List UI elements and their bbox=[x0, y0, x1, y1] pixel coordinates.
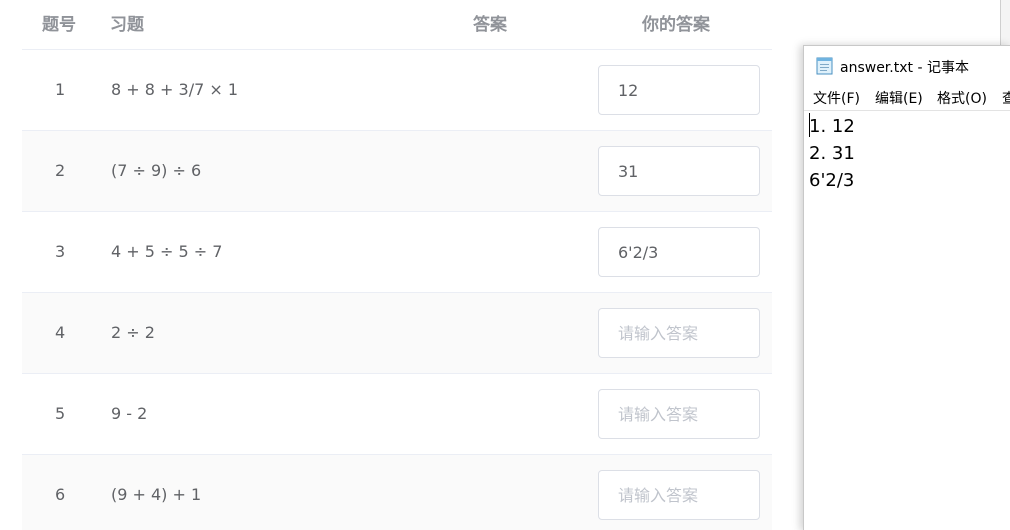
menu-view[interactable]: 查 bbox=[1002, 88, 1010, 108]
answer-input[interactable] bbox=[598, 389, 760, 439]
table-row: 2 (7 ÷ 9) ÷ 6 bbox=[22, 131, 772, 212]
row-question: (7 ÷ 9) ÷ 6 bbox=[111, 161, 202, 180]
text-caret bbox=[809, 113, 810, 137]
header-question: 习题 bbox=[110, 15, 144, 35]
header-number: 题号 bbox=[42, 15, 76, 35]
row-question: 9 - 2 bbox=[111, 404, 148, 423]
table-row: 1 8 + 8 + 3/7 × 1 bbox=[22, 50, 772, 131]
row-number: 4 bbox=[55, 323, 66, 342]
row-question: 8 + 8 + 3/7 × 1 bbox=[111, 80, 239, 99]
table-row: 4 2 ÷ 2 bbox=[22, 293, 772, 374]
row-question: 2 ÷ 2 bbox=[111, 323, 155, 342]
notepad-title: answer.txt - 记事本 bbox=[840, 60, 969, 76]
row-number: 2 bbox=[55, 161, 66, 180]
screen: 题号 习题 答案 你的答案 1 8 + 8 + 3/7 × 1 2 (7 ÷ 9… bbox=[0, 0, 1010, 530]
row-number: 6 bbox=[55, 485, 66, 504]
notepad-window[interactable]: answer.txt - 记事本 文件(F) 编辑(E) 格式(O) 查 1. … bbox=[803, 45, 1010, 530]
notepad-text-area[interactable]: 1. 12 2. 31 6'2/3 bbox=[804, 110, 1010, 530]
row-number: 5 bbox=[55, 404, 66, 423]
row-question: (9 + 4) + 1 bbox=[111, 485, 202, 504]
answer-input[interactable] bbox=[598, 308, 760, 358]
answer-input[interactable] bbox=[598, 227, 760, 277]
table-row: 5 9 - 2 bbox=[22, 374, 772, 455]
answer-input[interactable] bbox=[598, 65, 760, 115]
row-number: 1 bbox=[55, 80, 66, 99]
menu-edit[interactable]: 编辑(E) bbox=[875, 88, 923, 108]
table-header: 题号 习题 答案 你的答案 bbox=[22, 0, 772, 50]
quiz-table: 题号 习题 答案 你的答案 1 8 + 8 + 3/7 × 1 2 (7 ÷ 9… bbox=[22, 0, 772, 530]
row-question: 4 + 5 ÷ 5 ÷ 7 bbox=[111, 242, 223, 261]
notepad-title-bar[interactable]: answer.txt - 记事本 bbox=[804, 46, 1010, 84]
menu-format[interactable]: 格式(O) bbox=[937, 88, 987, 108]
answer-input[interactable] bbox=[598, 146, 760, 196]
header-answer: 答案 bbox=[473, 15, 507, 35]
table-row: 6 (9 + 4) + 1 bbox=[22, 455, 772, 530]
header-your-answer: 你的答案 bbox=[642, 15, 710, 35]
table-row: 3 4 + 5 ÷ 5 ÷ 7 bbox=[22, 212, 772, 293]
menu-file[interactable]: 文件(F) bbox=[813, 88, 860, 108]
row-number: 3 bbox=[55, 242, 66, 261]
notepad-icon bbox=[816, 57, 833, 75]
notepad-menu-bar: 文件(F) 编辑(E) 格式(O) 查 bbox=[804, 84, 1010, 110]
answer-input[interactable] bbox=[598, 470, 760, 520]
background-window-edge bbox=[1000, 0, 1010, 45]
